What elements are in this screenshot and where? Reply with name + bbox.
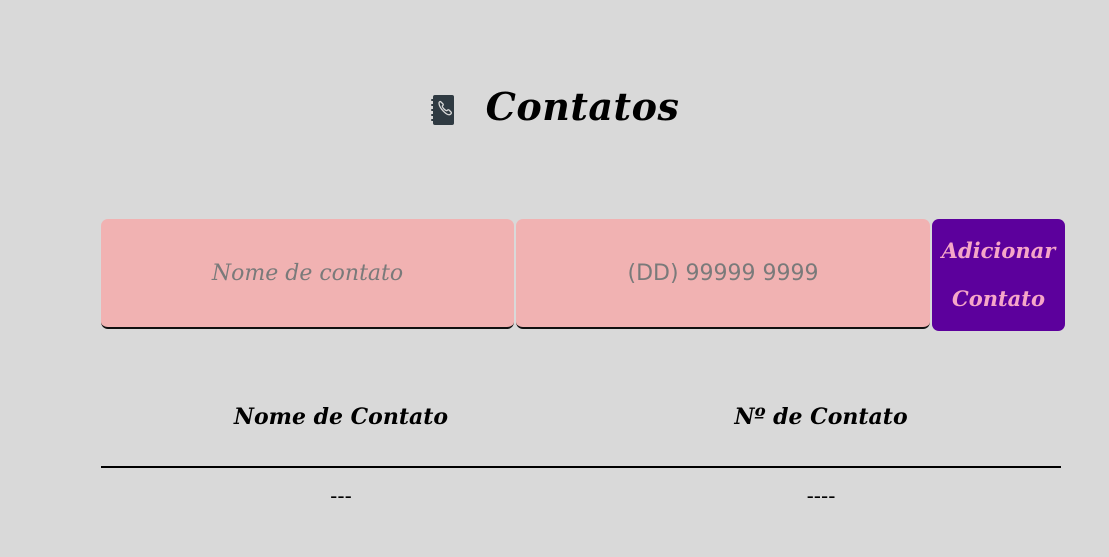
address-book-icon [430,94,456,126]
column-header-name: Nome de Contato [233,404,449,430]
table-row: --- ---- [101,468,1061,526]
contact-phone-input[interactable] [516,219,930,329]
table-header: Nome de Contato Nº de Contato [101,398,1061,468]
add-contact-button[interactable]: Adicionar Contato [932,219,1065,331]
page-title: Contatos [485,83,680,129]
cell-contact-number: ---- [806,484,836,508]
page: Contatos Adicionar Contato Nome de Conta… [0,0,1109,557]
table-body: --- ---- [101,468,1061,526]
column-header-number: Nº de Contato [734,404,908,430]
page-header: Contatos [0,78,1109,134]
contact-name-input[interactable] [101,219,514,329]
add-contact-form: Adicionar Contato [101,219,1065,331]
contacts-table: Nome de Contato Nº de Contato --- ---- [101,398,1061,526]
cell-contact-name: --- [330,484,352,508]
